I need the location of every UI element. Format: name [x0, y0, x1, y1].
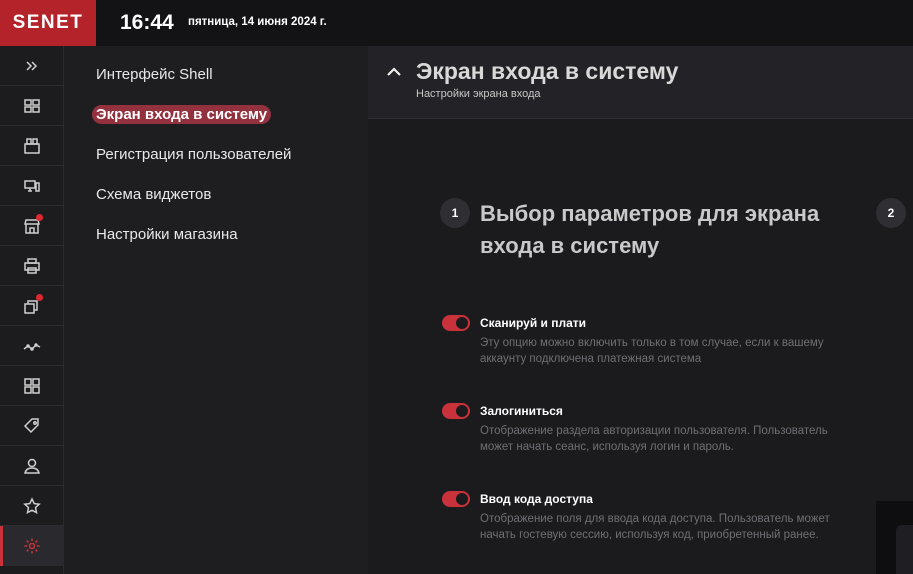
rail-item-shop[interactable]: [0, 206, 64, 246]
page-subtitle: Настройки экрана входа: [416, 88, 541, 100]
expand-icon: [26, 60, 38, 71]
rail-item-graph[interactable]: [0, 326, 64, 366]
subnav-item-shop-settings[interactable]: Настройки магазина: [96, 226, 238, 243]
graph-icon: [23, 342, 41, 351]
option-title: Сканируй и плати: [480, 316, 587, 330]
rail-item-computers[interactable]: [0, 86, 64, 126]
step-2-number[interactable]: 2: [876, 198, 906, 228]
main-content: Экран входа в систему Настройки экрана в…: [368, 46, 913, 574]
icon-rail: [0, 46, 64, 574]
preview-panel-inner: [896, 525, 913, 574]
rail-item-print[interactable]: [0, 246, 64, 286]
option-description: Отображение раздела авторизации пользова…: [480, 425, 828, 453]
step-1-number: 1: [440, 198, 470, 228]
rail-item-favorites[interactable]: [0, 486, 64, 526]
subnav-item-widget-scheme[interactable]: Схема виджетов: [96, 186, 211, 203]
devices-icon: [24, 179, 40, 192]
content-header: Экран входа в систему Настройки экрана в…: [368, 46, 913, 119]
rail-item-layout[interactable]: [0, 126, 64, 166]
collapse-button[interactable]: [384, 62, 404, 82]
rail-item-layers[interactable]: [0, 286, 64, 326]
option-title: Залогиниться: [480, 404, 563, 418]
page-title: Экран входа в систему: [416, 58, 679, 84]
option-description: Отображение поля для ввода кода доступа.…: [480, 513, 830, 541]
subnav-item-label: Экран входа в систему: [92, 105, 272, 124]
rail-item-widgets[interactable]: [0, 366, 64, 406]
subnav-item-shell-interface[interactable]: Интерфейс Shell: [96, 66, 213, 83]
option-title: Ввод кода доступа: [480, 492, 593, 506]
option-description: Эту опцию можно включить только в том сл…: [480, 337, 824, 365]
printer-layout-icon: [24, 137, 40, 154]
user-icon: [24, 458, 40, 474]
computers-icon: [24, 98, 40, 113]
preview-panel: [876, 501, 913, 574]
star-icon: [23, 496, 41, 514]
date: пятница, 14 июня 2024 г.: [188, 16, 327, 28]
senet-logo[interactable]: SENET: [0, 0, 96, 46]
chevron-up-icon: [387, 67, 401, 76]
widgets-icon: [24, 377, 40, 394]
scan-and-pay-toggle[interactable]: [442, 315, 470, 331]
step-1-title: Выбор параметров для экрана входа в сист…: [480, 201, 820, 258]
access-code-toggle[interactable]: [442, 491, 470, 507]
gear-icon: [24, 538, 40, 553]
notification-badge: [36, 214, 43, 221]
clock: 16:44: [120, 11, 174, 34]
settings-subnav: Интерфейс Shell Экран входа в систему Ре…: [64, 46, 368, 574]
print-icon: [24, 257, 40, 274]
notification-badge: [36, 294, 43, 301]
rail-item-tags[interactable]: [0, 406, 64, 446]
rail-item-settings[interactable]: [0, 526, 64, 566]
tag-settings-icon: [23, 417, 39, 433]
rail-expand-button[interactable]: [0, 46, 64, 86]
rail-item-devices[interactable]: [0, 166, 64, 206]
login-toggle[interactable]: [442, 403, 470, 419]
subnav-item-login-screen[interactable]: Экран входа в систему: [92, 105, 272, 124]
rail-item-users[interactable]: [0, 446, 64, 486]
top-bar: SENET 16:44 пятница, 14 июня 2024 г.: [0, 0, 913, 46]
subnav-item-user-registration[interactable]: Регистрация пользователей: [96, 146, 291, 163]
